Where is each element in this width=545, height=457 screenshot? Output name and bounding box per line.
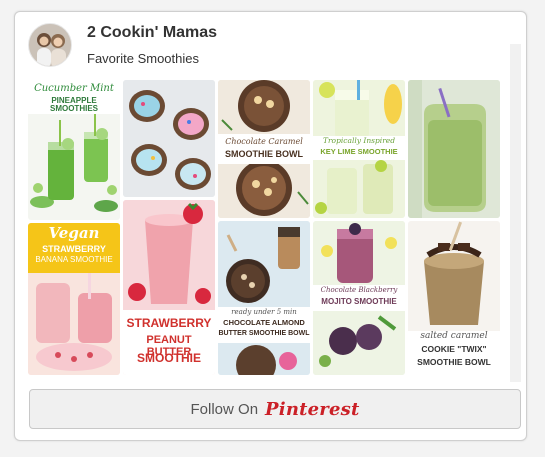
pin-title-line1: Vegan [48,224,100,242]
pin-title-line2: SMOOTHIE BOWL [225,149,303,159]
pin-chocolate-blackberry-mojito-smoothie[interactable]: Chocolate Blackberry MOJITO SMOOTHIE [313,221,405,375]
pin-salted-caramel-cookie-twix-smoothie-bowl[interactable]: salted caramel COOKIE "TWIX" SMOOTHIE BO… [408,221,500,375]
pins-scrollbar[interactable] [510,44,521,382]
pinterest-logo: Pinterest [265,398,360,420]
pin-title-line3: SMOOTHIE BOWL [417,357,491,367]
coconut-bowls-image [123,80,215,197]
pin-title-line1: Chocolate Caramel [225,137,303,146]
avatar-photo [29,24,71,66]
pin-title-line1: salted caramel [420,331,488,341]
follow-button-label: Follow On [190,400,259,418]
pin-title-line1: Cucumber Mint [34,83,114,94]
pin-green-smoothie-jar[interactable] [408,80,500,218]
pin-vegan-strawberry-banana-smoothie[interactable]: Vegan STRAWBERRY BANANA SMOOTHIE [28,223,120,375]
pin-coconut-smoothie-bowls[interactable] [123,80,215,197]
pins-grid: Cucumber Mint PINEAPPLE SMOOTHIES Vegan … [28,80,506,375]
pin-title-line2: PINEAPPLE SMOOTHIES [49,96,98,114]
pinterest-board-widget: 2 Cookin' Mamas Favorite Smoothies Cucum… [14,11,527,441]
pin-title-line2: COOKIE "TWIX" [421,344,487,354]
strawberry-smoothie-image [123,200,215,310]
pink-smoothie-image [28,273,120,375]
follow-on-pinterest-button[interactable]: Follow On Pinterest [29,389,521,429]
pin-strawberry-peanut-butter-smoothie[interactable]: STRAWBERRY PEANUT BUTTER SMOOTHIE [123,200,215,375]
pin-cucumber-mint-pineapple-smoothie[interactable]: Cucumber Mint PINEAPPLE SMOOTHIES [28,80,120,220]
pin-title-line3: SMOOTHIE [136,351,201,365]
pin-chocolate-almond-butter-smoothie-bowl[interactable]: ready under 5 min CHOCOLATE ALMOND BUTTE… [218,221,310,375]
pin-title-line2: KEY LIME SMOOTHIE [320,147,398,156]
pin-title-line1: STRAWBERRY [126,316,212,330]
pin-title-line1: ready under 5 min [231,308,297,316]
pin-key-lime-smoothie[interactable]: Tropically Inspired KEY LIME SMOOTHIE [313,80,405,218]
pin-title-line1: Chocolate Blackberry [320,286,398,294]
pin-title-line1: Tropically Inspired [322,136,396,145]
pin-title-line3: BANANA SMOOTHIE [35,255,113,264]
board-title[interactable]: Favorite Smoothies [87,51,199,66]
board-owner-name[interactable]: 2 Cookin' Mamas [87,24,217,42]
pin-title-line3: BUTTER SMOOTHIE BOWL [218,330,310,337]
pin-title-line2: STRAWBERRY [42,244,106,254]
almond-butter-bowl-image [218,221,310,375]
board-owner-avatar[interactable] [28,23,72,67]
pin-title-line2: MOJITO SMOOTHIE [321,297,397,306]
twix-smoothie-image [408,221,500,331]
pin-chocolate-caramel-smoothie-bowl[interactable]: Chocolate Caramel SMOOTHIE BOWL [218,80,310,218]
pin-title-line2: CHOCOLATE ALMOND [223,318,305,327]
matcha-smoothie-image [408,80,500,218]
